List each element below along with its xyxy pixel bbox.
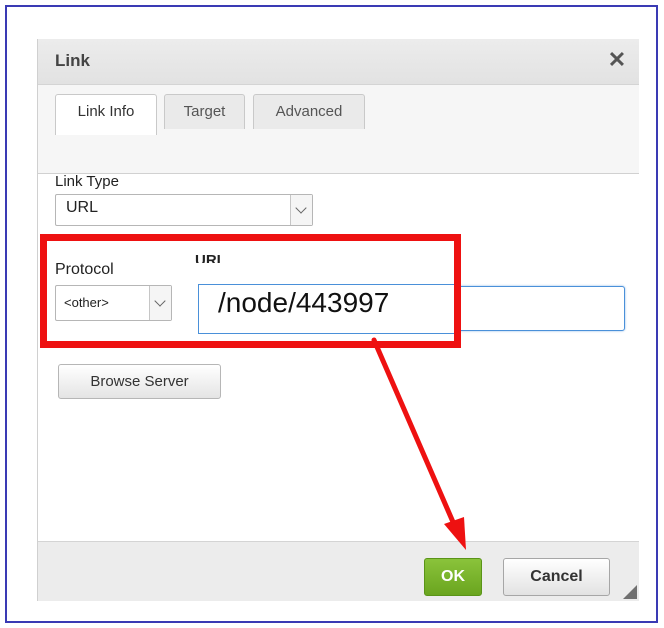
chevron-down-icon[interactable]	[290, 195, 312, 225]
dialog-titlebar[interactable]: Link ✕	[38, 39, 639, 85]
protocol-label: Protocol	[55, 261, 114, 278]
url-label: URL	[195, 252, 226, 263]
url-value: /node/443997	[218, 287, 390, 318]
dialog-title: Link	[55, 51, 90, 70]
browse-server-button[interactable]: Browse Server	[58, 364, 221, 399]
link-type-value: URL	[66, 199, 99, 216]
cancel-button[interactable]: Cancel	[503, 558, 610, 596]
protocol-select[interactable]: <other>	[55, 285, 172, 321]
ok-button[interactable]: OK	[424, 558, 482, 596]
close-icon[interactable]: ✕	[605, 47, 629, 73]
tab-advanced[interactable]: Advanced	[253, 94, 365, 129]
chevron-down-icon[interactable]	[149, 286, 171, 320]
protocol-value: <other>	[64, 295, 109, 310]
tab-target[interactable]: Target	[164, 94, 245, 129]
dialog-footer: OK Cancel	[38, 541, 639, 601]
link-type-select[interactable]: URL	[55, 194, 313, 226]
tab-link-info[interactable]: Link Info	[55, 94, 157, 135]
resize-grip-icon[interactable]	[623, 585, 637, 599]
link-type-label: Link Type	[55, 173, 119, 190]
tab-bar: Link Info Target Advanced	[38, 85, 639, 174]
